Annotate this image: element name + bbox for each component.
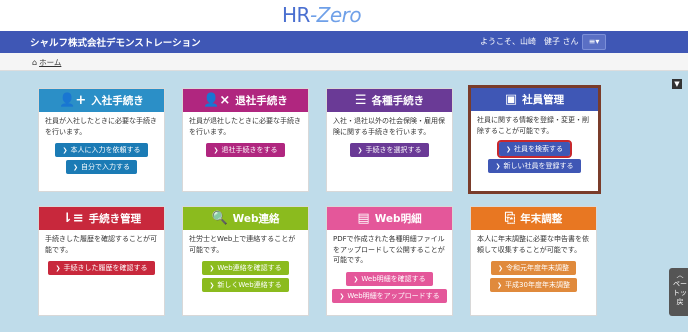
chevron-right-icon: ❯ xyxy=(72,164,79,171)
chevron-right-icon: ❯ xyxy=(353,275,359,283)
chevron-right-icon: ❯ xyxy=(339,292,345,300)
search-icon: 🔍 xyxy=(211,211,228,226)
card-leave: 👤× 退社手続き 社員が退社したときに必要な手続きを行います。 ❯ 退社手続きをする xyxy=(182,88,309,192)
document-icon: ▤ xyxy=(357,211,370,226)
chevron-right-icon: ❯ xyxy=(213,147,219,154)
card-join: 👤+ 入社手続き 社員が入社したときに必要な手続きを行います。 ❯ 本人に入力を依頼… xyxy=(38,88,165,192)
sort-icon: ⇂≡ xyxy=(61,211,84,226)
view-payslip-button[interactable]: ❯ Web明細を確認する xyxy=(346,271,433,286)
select-procedure-button[interactable]: ❯ 手続きを選択する xyxy=(350,143,429,157)
list-icon: ☰ xyxy=(354,93,367,108)
search-employee-button[interactable]: ❯ 社員を検索する xyxy=(496,140,573,158)
card-various: ☰ 各種手続き 入社・退社以外の社会保険・雇用保険に関する手続きを行います。 ❯ 手… xyxy=(326,88,453,192)
card-history-text: 手続きした履歴を確認することが可能です。 xyxy=(45,235,157,254)
logo-text-b: -Zero xyxy=(309,3,362,27)
copy-icon: ⎘ xyxy=(504,211,516,226)
card-yearend: ⎘ 年末調整 本人に年末調整に必要な申告書を依頼して収集することが可能です。 ❯ 令… xyxy=(470,206,597,316)
card-employee-text: 社員に関する情報を登録・変更・削除することが可能です。 xyxy=(477,116,589,135)
logo-text-a: HR xyxy=(282,3,310,27)
card-history: ⇂≡ 手続き管理 手続きした履歴を確認することが可能です。 ❯ 手続きした履歴を確認… xyxy=(38,206,165,316)
yearend-r1-button[interactable]: ❯ 令和元年度年末調整 xyxy=(490,261,577,275)
breadcrumb-bar: ⌂ ホーム xyxy=(0,53,688,71)
card-employee-title: 社員管理 xyxy=(522,94,565,106)
card-web: 🔍 Web連絡 社労士とWeb上で連絡することが可能です。 ❯ Web連絡を確認する… xyxy=(182,206,309,316)
card-leave-header[interactable]: 👤× 退社手続き xyxy=(183,89,308,112)
user-remove-icon: 👤× xyxy=(203,93,231,108)
top-header: シャルフ株式会社デモンストレーション ようこそ、山崎 健子 さん ≡▾ xyxy=(0,31,688,53)
leave-procedure-button[interactable]: ❯ 退社手続きをする xyxy=(206,143,285,157)
page-top-button[interactable]: ︿ ペー トッ 戻 xyxy=(669,268,688,316)
chevron-right-icon: ❯ xyxy=(209,265,215,272)
card-web-title: Web連絡 xyxy=(232,213,280,225)
chevron-right-icon: ❯ xyxy=(495,163,501,170)
chevron-right-icon: ❯ xyxy=(55,265,61,272)
input-yourself-button[interactable]: ❯ 自分で入力する xyxy=(65,160,138,174)
page-top-label-2: トッ xyxy=(673,289,687,297)
chevron-right-icon: ❯ xyxy=(209,282,215,289)
company-name: シャルフ株式会社デモンストレーション xyxy=(30,38,201,49)
card-join-header[interactable]: 👤+ 入社手続き xyxy=(39,89,164,112)
card-payslip-header[interactable]: ▤ Web明細 xyxy=(327,207,452,230)
card-employee-header[interactable]: ▣ 社員管理 xyxy=(471,88,598,111)
chevron-right-icon: ❯ xyxy=(357,147,363,154)
collapse-icon[interactable]: ▼ xyxy=(672,79,682,89)
view-web-contact-button[interactable]: ❯ Web連絡を確認する xyxy=(202,261,289,275)
home-icon: ⌂ xyxy=(32,58,38,67)
register-employee-button[interactable]: ❯ 新しい社員を登録する xyxy=(488,159,581,173)
page-top-label-3: 戻 xyxy=(676,298,684,306)
breadcrumb: ⌂ ホーム xyxy=(32,57,61,68)
card-payslip: ▤ Web明細 PDFで作成された各種明細ファイルをアップロードして公開することが… xyxy=(326,206,453,316)
card-join-title: 入社手続き xyxy=(91,95,144,107)
card-various-header[interactable]: ☰ 各種手続き xyxy=(327,89,452,112)
card-yearend-header[interactable]: ⎘ 年末調整 xyxy=(471,207,596,230)
request-self-input-button[interactable]: ❯ 本人に入力を依頼する xyxy=(55,143,148,157)
arrow-up-icon: ︿ xyxy=(676,271,684,279)
logo-bar: HR-Zero xyxy=(0,0,688,31)
card-yearend-text: 本人に年末調整に必要な申告書を依頼して収集することが可能です。 xyxy=(477,235,589,254)
card-history-title: 手続き管理 xyxy=(88,213,142,225)
card-web-text: 社労士とWeb上で連絡することが可能です。 xyxy=(189,235,296,254)
card-leave-text: 社員が退社したときに必要な手続きを行います。 xyxy=(189,117,301,136)
chevron-right-icon: ❯ xyxy=(62,147,68,154)
card-web-header[interactable]: 🔍 Web連絡 xyxy=(183,207,308,230)
card-history-header[interactable]: ⇂≡ 手続き管理 xyxy=(39,207,164,230)
hamburger-menu-button[interactable]: ≡▾ xyxy=(582,34,606,50)
card-payslip-title: Web明細 xyxy=(374,213,422,225)
new-web-contact-button[interactable]: ❯ 新しくWeb連絡する xyxy=(202,278,289,292)
app-logo[interactable]: HR-Zero xyxy=(282,3,362,27)
card-various-text: 入社・退社以外の社会保険・雇用保険に関する手続きを行います。 xyxy=(333,117,445,136)
yearend-h30-button[interactable]: ❯ 平成30年度年末調整 xyxy=(490,278,577,292)
chevron-down-icon: ▾ xyxy=(595,37,600,46)
card-leave-title: 退社手続き xyxy=(235,95,288,107)
chevron-right-icon: ❯ xyxy=(505,146,512,153)
card-employee: ▣ 社員管理 社員に関する情報を登録・変更・削除することが可能です。 ❯ 社員を検索… xyxy=(468,85,601,194)
card-join-text: 社員が入社したときに必要な手続きを行います。 xyxy=(45,117,157,136)
page-top-label-1: ペー xyxy=(673,280,687,288)
user-plus-icon: 👤+ xyxy=(59,93,87,108)
upload-payslip-button[interactable]: ❯ Web明細をアップロードする xyxy=(332,288,447,303)
card-yearend-title: 年末調整 xyxy=(520,213,563,225)
id-card-icon: ▣ xyxy=(504,92,518,107)
breadcrumb-home-link[interactable]: ホーム xyxy=(39,58,61,67)
chevron-right-icon: ❯ xyxy=(497,282,503,289)
view-history-button[interactable]: ❯ 手続きした履歴を確認する xyxy=(48,261,155,275)
card-payslip-text: PDFで作成された各種明細ファイルをアップロードして公開することが可能です。 xyxy=(333,235,445,264)
chevron-right-icon: ❯ xyxy=(497,265,504,272)
card-various-title: 各種手続き xyxy=(371,95,425,107)
user-greeting: ようこそ、山崎 健子 さん xyxy=(480,37,579,46)
